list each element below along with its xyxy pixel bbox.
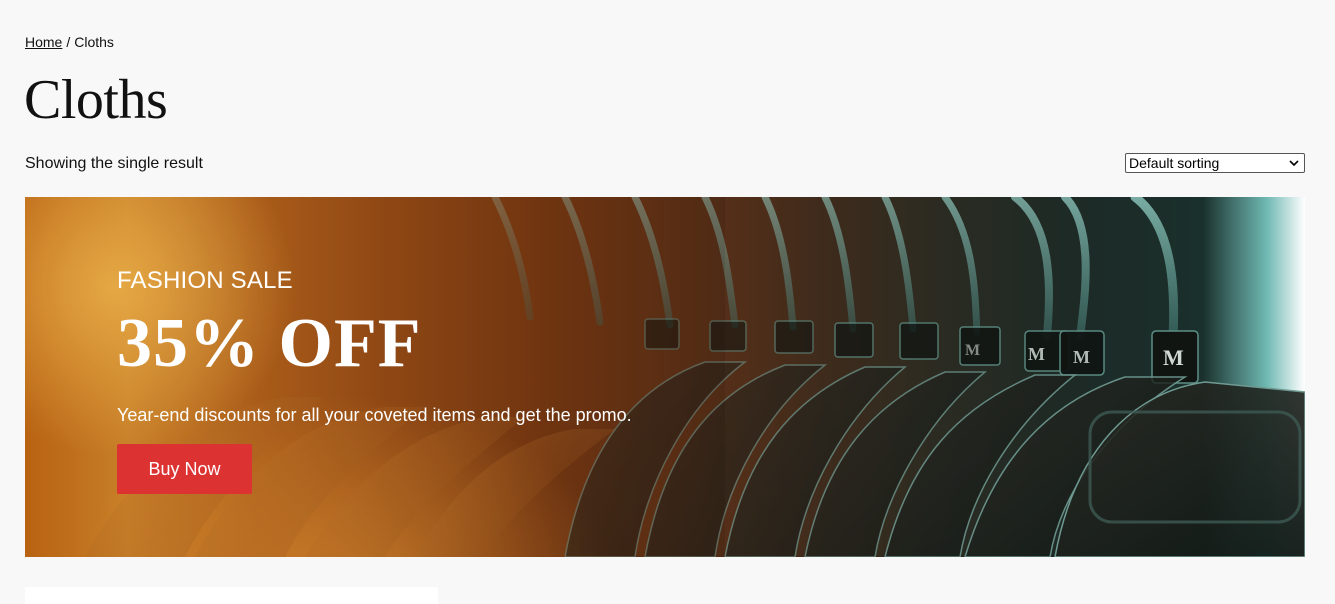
banner-description: Year-end discounts for all your coveted …: [117, 405, 632, 425]
chevron-down-icon: [1289, 160, 1299, 167]
banner-headline: 35% OFF: [117, 305, 422, 382]
buy-now-button[interactable]: Buy Now: [117, 444, 252, 494]
hanger-tag-letter: M: [1163, 345, 1184, 370]
breadcrumb-home-link[interactable]: Home: [25, 34, 62, 50]
promo-banner: M M M M FASHION SALE 35% OFF Year-end di…: [25, 197, 1305, 557]
sort-selected-value: Default sorting: [1129, 155, 1220, 171]
sort-select[interactable]: Default sorting: [1125, 153, 1305, 173]
page: Home / Cloths Cloths Showing the single re…: [0, 0, 1335, 604]
page-title: Cloths: [24, 69, 168, 131]
breadcrumb-current: Cloths: [74, 34, 114, 50]
hanger-tag-letter: M: [965, 342, 980, 359]
breadcrumb: Home / Cloths: [25, 33, 114, 51]
result-count: Showing the single result: [25, 155, 203, 172]
hanger-tag-letter: M: [1073, 347, 1090, 367]
breadcrumb-separator: /: [66, 34, 71, 50]
product-card[interactable]: [25, 587, 438, 604]
banner-eyebrow: FASHION SALE: [117, 267, 293, 294]
hanger-tag-letter: M: [1028, 344, 1045, 364]
banner-content: FASHION SALE 35% OFF Year-end discounts …: [117, 267, 632, 494]
